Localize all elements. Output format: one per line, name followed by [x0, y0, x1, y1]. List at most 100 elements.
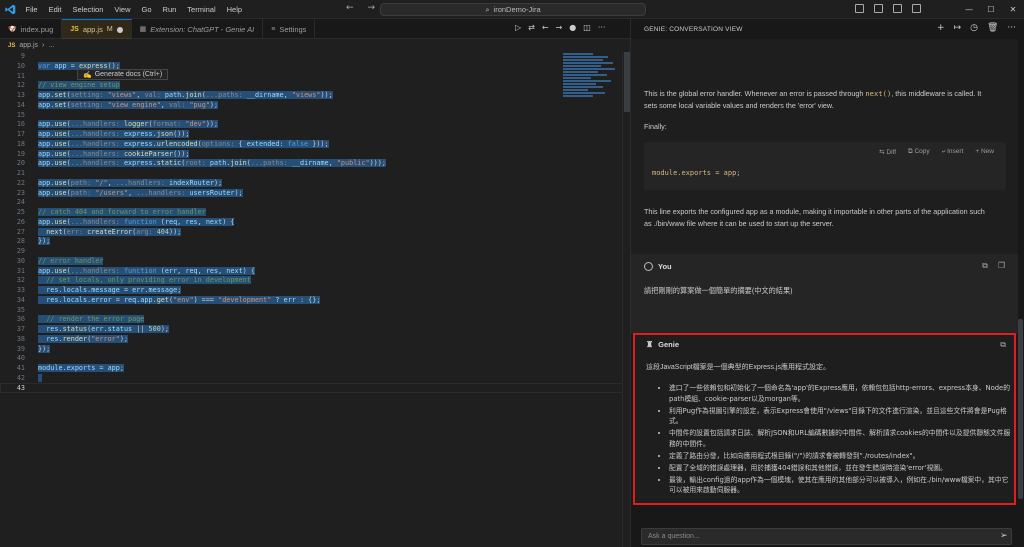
text-span: sets some local variable values and rend…: [644, 101, 834, 110]
tab-settings[interactable]: ≡ Settings: [263, 19, 316, 39]
toggle-panel-icon[interactable]: [874, 4, 883, 13]
code-line: res.locals.error = req.app.get("env") ==…: [38, 295, 558, 306]
menu-edit[interactable]: Edit: [43, 5, 67, 14]
user-message: You ⧉ ❐ 請把剛剛的算案做一個簡單的摘要(中文的結果): [631, 254, 1018, 334]
line-number: 26: [16, 217, 25, 226]
copy-icon[interactable]: ⧉: [982, 261, 988, 271]
dot-icon[interactable]: ●: [569, 23, 576, 32]
inline-code: next(): [865, 89, 892, 98]
editor-scrollbar[interactable]: [622, 52, 630, 547]
panel-scrollbar[interactable]: [1017, 39, 1024, 509]
unsaved-dot-icon[interactable]: [116, 26, 123, 33]
menu-selection[interactable]: Selection: [67, 5, 109, 14]
code-editor[interactable]: 9 10 11 12 13 14 15 16 17 18 19 20 21 22 23 24 25 26 27 28 2…: [0, 52, 630, 547]
maximize-icon[interactable]: ☐: [980, 5, 1002, 14]
settings-icon: ≡: [271, 25, 276, 33]
send-icon[interactable]: ➢: [1000, 531, 1008, 541]
add-icon[interactable]: +: [937, 23, 945, 33]
code-content[interactable]: var app = express(); // view engine setu…: [38, 52, 558, 393]
close-icon[interactable]: ✕: [1002, 5, 1024, 14]
copy-icon[interactable]: ⧉: [1000, 340, 1006, 350]
nav-arrows: ← →: [346, 3, 375, 13]
diff-button[interactable]: ⇆ Diff: [879, 148, 896, 156]
breadcrumb-rest[interactable]: ...: [48, 42, 54, 49]
compare-icon[interactable]: ⇄: [528, 23, 535, 32]
customize-layout-icon[interactable]: [912, 4, 921, 13]
ask-input[interactable]: Ask a question...: [641, 528, 1012, 545]
more-actions-icon[interactable]: ···: [598, 23, 606, 32]
line-number: 24: [16, 198, 25, 207]
line-number: 30: [16, 256, 25, 265]
menu-go[interactable]: Go: [136, 5, 157, 14]
menu-terminal[interactable]: Terminal: [182, 5, 221, 14]
genie-conversation-panel: GENIE: CONVERSATION VIEW + ↦ ◷ 🗑 ··· Thi…: [630, 19, 1024, 547]
history-icon[interactable]: ◷: [970, 23, 978, 33]
scrollbar-thumb[interactable]: [1018, 319, 1023, 499]
line-number: 36: [16, 315, 25, 324]
forward-arrow-icon[interactable]: →: [368, 3, 376, 13]
copy-alt-icon[interactable]: ❐: [998, 261, 1005, 271]
toggle-secondary-sidebar-icon[interactable]: [893, 4, 902, 13]
copy-button[interactable]: ⧉ Copy: [908, 148, 930, 156]
previous-response: This is the global error handler. Whenev…: [631, 39, 1018, 259]
run-icon[interactable]: ▷: [515, 23, 521, 32]
line-number: 39: [16, 344, 25, 353]
minimize-icon[interactable]: —: [958, 5, 980, 14]
insert-label: Insert: [947, 148, 964, 155]
message-actions: ⧉ ❐: [982, 261, 1005, 271]
line-number: 33: [16, 286, 25, 294]
user-message-text: 請把剛剛的算案做一個簡單的摘要(中文的結果): [644, 286, 793, 295]
extension-icon: ▦: [139, 26, 147, 33]
more-icon[interactable]: ···: [1007, 23, 1016, 33]
search-icon: ⌕: [485, 4, 490, 14]
code-line: module.exports = app;: [38, 364, 124, 372]
insert-button[interactable]: ⤶ Insert: [942, 148, 964, 156]
menu-run[interactable]: Run: [157, 5, 182, 14]
genie-intro: 這段JavaScript檔案是一個典型的Express.js應用程式設定。: [646, 364, 830, 371]
line-number: 9: [20, 52, 25, 60]
panel-actions: + ↦ ◷ 🗑 ···: [937, 23, 1016, 33]
finally-label: Finally:: [644, 122, 667, 131]
code-line: app.use(path: "/users", ...handlers: use…: [38, 188, 243, 197]
clear-icon[interactable]: 🗑: [987, 23, 998, 33]
layout-controls: [855, 4, 921, 13]
code-line: // set locals, only providing error in d…: [38, 276, 558, 286]
generate-docs-tooltip[interactable]: ✍ Generate docs (Ctrl+): [77, 69, 169, 80]
go-forward-icon[interactable]: →: [556, 23, 563, 32]
toggle-sidebar-icon[interactable]: [855, 4, 864, 13]
tab-label: app.js: [82, 25, 103, 34]
menu-help[interactable]: Help: [221, 5, 247, 14]
author-name: Genie: [658, 340, 680, 349]
code-line: });: [38, 344, 51, 353]
message-actions: ⧉: [1000, 340, 1006, 350]
menu-view[interactable]: View: [109, 5, 136, 14]
code-line: // render the error page: [38, 315, 558, 325]
minimap[interactable]: [561, 52, 621, 112]
code-line: });: [38, 237, 51, 246]
code-line: app.use(...handlers: logger(format: "dev…: [38, 120, 219, 129]
code-line: app.use(...handlers: function (req, res,…: [38, 217, 235, 226]
command-center[interactable]: ⌕ ironDemo-Jira: [380, 3, 646, 16]
breadcrumb-file[interactable]: app.js: [19, 42, 38, 49]
modified-badge: M: [106, 26, 113, 33]
code-line: app.use(...handlers: express.json());: [38, 130, 190, 138]
user-avatar-icon: [644, 262, 653, 271]
tab-label: Extension: ChatGPT - Genie AI: [150, 24, 255, 34]
line-number: 32: [16, 276, 25, 285]
list-item: 利用Pug作為視圖引擎的設定，表示Express會使用"/views"目錄下的文…: [669, 406, 1014, 427]
go-back-icon[interactable]: ←: [542, 23, 549, 32]
line-number: 35: [16, 305, 25, 314]
tab-extension-genie[interactable]: ▦ Extension: ChatGPT - Genie AI: [132, 19, 264, 39]
split-editor-icon[interactable]: ◫: [583, 23, 591, 32]
back-arrow-icon[interactable]: ←: [346, 3, 354, 13]
new-button[interactable]: + New: [975, 148, 994, 156]
tab-index-pug[interactable]: 🐶 index.pug: [0, 19, 63, 39]
menu-file[interactable]: File: [20, 5, 43, 14]
export-icon[interactable]: ↦: [954, 23, 962, 33]
line-number: 13: [16, 91, 25, 99]
tab-app-js[interactable]: JS app.js M: [62, 19, 132, 39]
